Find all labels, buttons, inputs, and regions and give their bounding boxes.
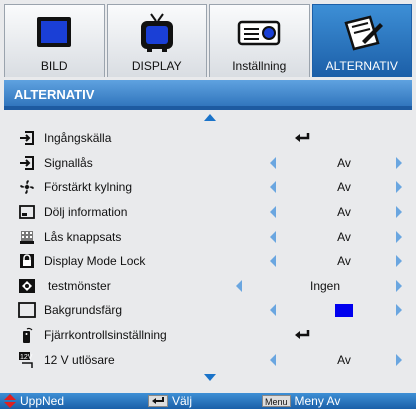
hint-select: Välj (148, 394, 192, 408)
tab-label: DISPLAY (131, 59, 182, 73)
menu-item-label: Bakgrundsfärg (44, 303, 123, 318)
hint-menu-label: Meny Av (294, 394, 341, 408)
keypad-lock-icon (18, 229, 36, 245)
menu-item-label: Signallås (44, 155, 93, 170)
enter-key-icon (148, 395, 168, 407)
menu-item-ingangskalla[interactable]: Ingångskälla (4, 126, 412, 151)
menu-item-label: testmönster (48, 278, 111, 293)
arrow-right-icon[interactable] (396, 156, 402, 169)
arrow-right-icon[interactable] (396, 230, 402, 243)
projector-icon (237, 11, 281, 55)
menu-item-label: Lås knappsats (44, 229, 122, 244)
menu-item-label: Ingångskälla (44, 131, 112, 146)
tab-alternativ[interactable]: ALTERNATIV (311, 4, 412, 77)
menu-item-display-mode-lock[interactable]: Display Mode Lock Av (4, 249, 412, 274)
svg-text:12V: 12V (20, 354, 33, 361)
menu-item-label: Dölj information (44, 205, 128, 220)
menu-item-12v-utlosare[interactable]: 12V 12 V utlösare Av (4, 347, 412, 372)
menu-item-label: 12 V utlösare (44, 352, 115, 367)
arrow-left-icon[interactable] (270, 206, 276, 219)
arrow-left-icon[interactable] (270, 304, 276, 317)
input-source-icon (18, 130, 36, 146)
menu-item-label: Display Mode Lock (44, 254, 146, 269)
menu-list: Ingångskälla Signallås Av Förstärkt kyln… (4, 126, 412, 372)
fan-icon (18, 179, 36, 195)
tab-display[interactable]: DISPLAY (106, 4, 207, 77)
scroll-down-icon[interactable] (204, 374, 216, 381)
arrow-right-icon[interactable] (396, 181, 402, 194)
arrow-right-icon[interactable] (396, 279, 402, 292)
remote-settings-icon (18, 327, 36, 344)
section-title: ALTERNATIV (4, 80, 412, 110)
test-pattern-icon (18, 278, 36, 294)
arrow-left-icon[interactable] (270, 255, 276, 268)
hint-menu: Menu Meny Av (262, 394, 340, 408)
menu-item-value: Av (337, 229, 351, 244)
display-mode-lock-icon (18, 253, 36, 269)
tab-label: BILD (40, 59, 68, 73)
arrow-right-icon[interactable] (396, 255, 402, 268)
menu-item-value: Av (337, 205, 351, 220)
arrow-right-icon[interactable] (396, 304, 402, 317)
picture-icon (35, 11, 73, 55)
menu-item-las-knappsats[interactable]: Lås knappsats Av (4, 224, 412, 249)
menu-item-value: Av (337, 180, 351, 195)
menu-item-signallas[interactable]: Signallås Av (4, 151, 412, 176)
osd-menu: BILD DISPLAY Inställning ALTERNATIV ALTE… (0, 0, 416, 409)
tab-label: ALTERNATIV (325, 59, 398, 73)
menu-item-label: Fjärrkontrollsinställning (44, 328, 167, 343)
signal-lock-icon (18, 155, 36, 171)
12v-trigger-icon: 12V (18, 351, 36, 368)
tab-bar: BILD DISPLAY Inställning ALTERNATIV (4, 4, 412, 77)
hide-info-icon (18, 204, 36, 220)
menu-key-icon: Menu (262, 395, 291, 407)
enter-icon (294, 132, 310, 144)
display-tv-icon (137, 11, 177, 55)
tab-bild[interactable]: BILD (4, 4, 105, 77)
arrow-left-icon[interactable] (270, 156, 276, 169)
menu-item-value: Ingen (309, 278, 341, 293)
arrow-right-icon[interactable] (396, 206, 402, 219)
arrow-left-icon[interactable] (270, 230, 276, 243)
menu-item-forstarkt-kylning[interactable]: Förstärkt kylning Av (4, 175, 412, 200)
menu-item-bakgrundsfarg[interactable]: Bakgrundsfärg (4, 298, 412, 323)
arrow-right-icon[interactable] (396, 353, 402, 366)
menu-item-value: Av (337, 254, 351, 269)
menu-item-testmonster[interactable]: testmönster Ingen (4, 274, 412, 299)
background-color-icon (18, 302, 36, 319)
menu-item-label: Förstärkt kylning (44, 180, 133, 195)
bottom-hint-bar: UppNed Välj Menu Meny Av (0, 393, 416, 409)
tab-label: Inställning (232, 59, 287, 73)
arrow-left-icon[interactable] (236, 279, 242, 292)
updown-arrows-icon (4, 394, 16, 408)
menu-item-fjarrkontrollsinstallning[interactable]: Fjärrkontrollsinställning (4, 323, 412, 348)
arrow-left-icon[interactable] (270, 181, 276, 194)
hint-updown: UppNed (4, 394, 64, 408)
menu-item-dolj-information[interactable]: Dölj information Av (4, 200, 412, 225)
enter-icon (294, 329, 310, 341)
tab-installning[interactable]: Inställning (209, 4, 310, 77)
color-swatch (335, 303, 353, 317)
menu-item-value: Av (337, 155, 351, 170)
hint-select-label: Välj (172, 394, 193, 408)
arrow-left-icon[interactable] (270, 353, 276, 366)
menu-item-value: Av (337, 352, 351, 367)
options-pen-icon (340, 11, 384, 55)
hint-updown-label: UppNed (20, 394, 65, 408)
scroll-up-icon[interactable] (204, 114, 216, 121)
